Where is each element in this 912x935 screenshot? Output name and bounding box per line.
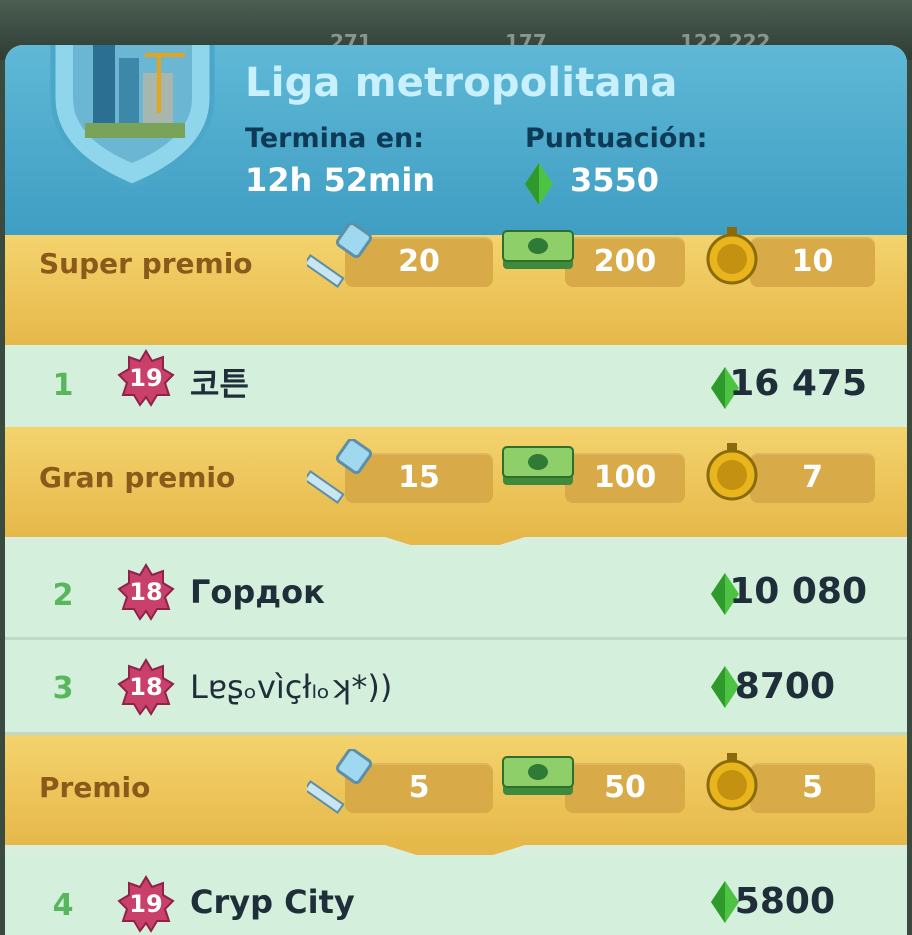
level-number: 18 <box>129 673 163 701</box>
player-score: 16 475 <box>729 363 867 404</box>
score-value: 3550 <box>570 161 660 199</box>
rank-laurel-icon: 1 <box>52 368 74 403</box>
ends-label: Termina en: <box>245 123 425 154</box>
speedup-stopwatch-icon <box>702 223 762 285</box>
speedup-stopwatch-icon <box>702 439 762 501</box>
cash-reward: 50 <box>565 763 685 813</box>
tier-name: Gran premio <box>39 461 236 494</box>
player-score: 10 080 <box>729 571 867 612</box>
level-number: 18 <box>129 578 163 606</box>
simcash-icon <box>499 751 577 801</box>
simoleon-gem-icon <box>525 163 553 205</box>
tier-name: Premio <box>39 771 151 804</box>
player-name: Гордок <box>190 573 325 611</box>
golden-key-icon <box>307 223 377 295</box>
speedup-reward: 10 <box>750 237 875 287</box>
level-number: 19 <box>129 890 163 918</box>
cash-reward: 200 <box>565 237 685 287</box>
rank-laurel-icon: 4 <box>52 888 74 923</box>
tier-premio: Premio 5 50 5 <box>5 735 907 867</box>
rank-laurel-icon: 2 <box>52 578 74 613</box>
simcash-icon <box>499 441 577 491</box>
leaderboard-row[interactable]: 4 19 Cryp City 5800 <box>5 855 907 935</box>
player-name: Cryp City <box>190 883 355 921</box>
leaderboard-row[interactable]: 3 18 Lɐʂₒvìçłₗₒʞ*)) 8700 <box>5 640 907 735</box>
score-label: Puntuación: <box>525 123 708 154</box>
speedup-reward: 5 <box>750 763 875 813</box>
speedup-stopwatch-icon <box>702 749 762 811</box>
simcash-icon <box>499 225 577 275</box>
player-name: 코튼 <box>190 365 249 403</box>
level-badge: 19 <box>117 349 175 407</box>
player-score: 8700 <box>734 666 835 707</box>
level-badge: 19 <box>117 875 175 933</box>
tier-name: Super premio <box>39 247 253 280</box>
league-panel: Liga metropolitana Termina en: 12h 52min… <box>5 45 907 935</box>
league-badge-icon <box>45 45 220 188</box>
rank-laurel-icon: 3 <box>52 671 74 706</box>
tier-super-premio: Super premio 20 200 10 <box>5 223 907 365</box>
speedup-reward: 7 <box>750 453 875 503</box>
level-badge: 18 <box>117 658 175 716</box>
league-title: Liga metropolitana <box>245 60 678 106</box>
leaderboard-row[interactable]: 2 18 Гордок 10 080 <box>5 545 907 640</box>
golden-key-icon <box>307 439 377 511</box>
player-name: Lɐʂₒvìçłₗₒʞ*)) <box>190 668 393 706</box>
cash-reward: 100 <box>565 453 685 503</box>
level-number: 19 <box>129 364 163 392</box>
player-score: 5800 <box>734 881 835 922</box>
tier-gran-premio: Gran premio 15 100 7 <box>5 427 907 559</box>
golden-key-icon <box>307 749 377 821</box>
level-badge: 18 <box>117 563 175 621</box>
leaderboard-row[interactable]: 1 19 코튼 16 475 <box>5 345 907 430</box>
ends-value: 12h 52min <box>245 161 436 199</box>
